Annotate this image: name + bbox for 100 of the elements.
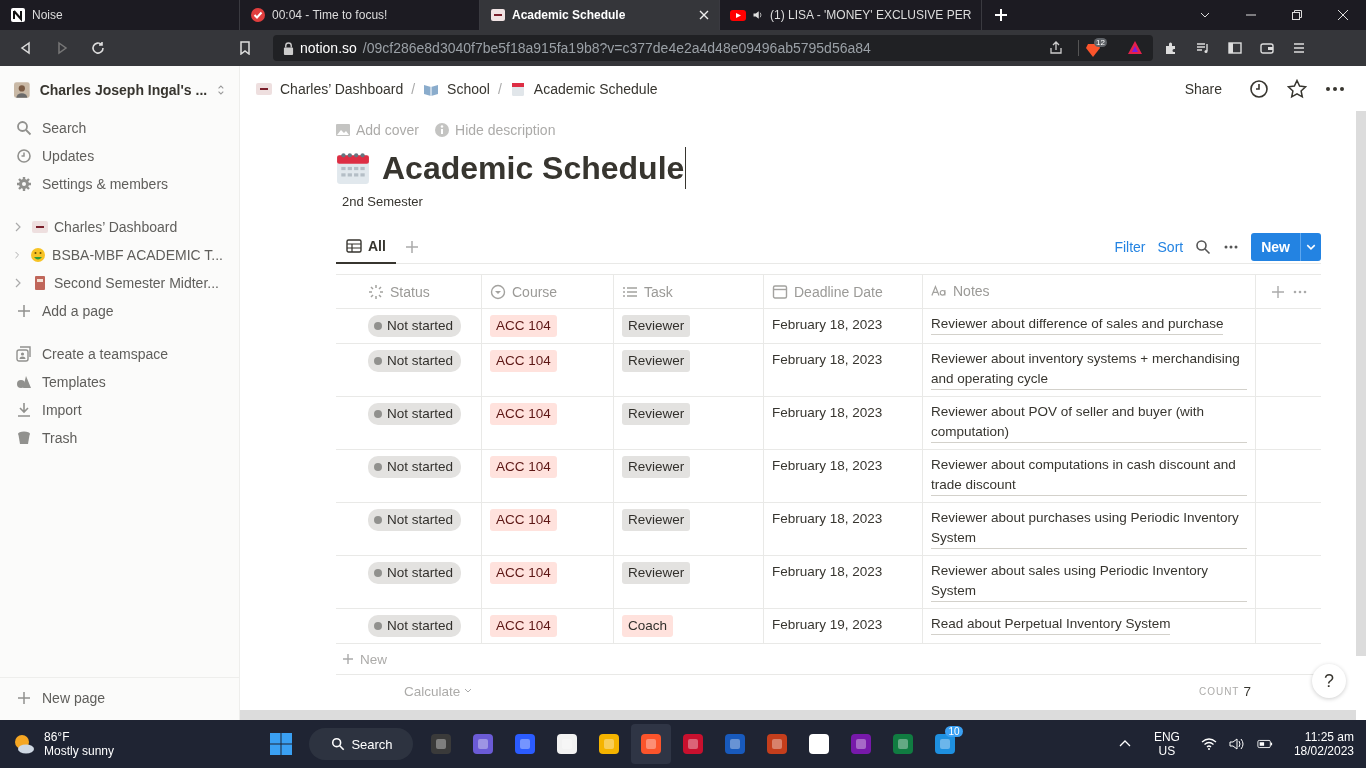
playlist-icon[interactable] <box>1196 41 1210 55</box>
add-page-button[interactable]: Add a page <box>0 297 239 325</box>
triangle-icon[interactable] <box>1127 40 1143 56</box>
restore-icon[interactable] <box>1291 9 1303 21</box>
app-icon[interactable] <box>554 732 579 756</box>
vertical-scrollbar[interactable] <box>1356 111 1366 656</box>
task-tag: Reviewer <box>622 403 691 425</box>
clock-icon <box>16 148 32 164</box>
text-aa-icon <box>931 283 947 299</box>
note-link[interactable]: Reviewer about purchases using Periodic Inventory System <box>931 508 1247 549</box>
shield-button[interactable]: 12 <box>1085 38 1111 58</box>
star-icon[interactable] <box>1287 78 1307 99</box>
breadcrumb-link[interactable]: School <box>421 80 492 97</box>
back-icon[interactable] <box>19 41 33 55</box>
workspace-switcher[interactable]: Charles Joseph Ingal's ... <box>0 78 239 102</box>
course-tag: ACC 104 <box>490 315 557 337</box>
tab-title: Academic Schedule <box>512 8 627 22</box>
taskbar-search[interactable]: Search <box>309 728 413 760</box>
weather-widget[interactable]: 86°F Mostly sunny <box>12 730 115 758</box>
task-tag: Reviewer <box>622 315 691 337</box>
banner-icon <box>256 80 272 97</box>
bookmark-icon[interactable] <box>238 41 252 55</box>
sidebar-item[interactable]: Templates <box>0 368 239 396</box>
trash-icon <box>16 430 32 446</box>
plus-icon <box>340 651 356 667</box>
new-tab-icon[interactable] <box>994 8 1009 22</box>
wallet-icon[interactable] <box>1260 41 1274 55</box>
tab-title: 00:04 - Time to focus! <box>272 8 389 22</box>
plus-icon <box>16 303 32 319</box>
app-icon[interactable] <box>596 732 621 756</box>
note-link[interactable]: Reviewer about sales using Periodic Inventory System <box>931 561 1247 602</box>
sidebar-item[interactable]: Search <box>0 114 239 142</box>
battery-icon[interactable] <box>1256 737 1273 751</box>
shapes-icon <box>16 374 32 390</box>
close-icon[interactable] <box>699 10 709 20</box>
reload-icon[interactable] <box>91 41 105 55</box>
settings-icon <box>16 176 32 192</box>
filter-button[interactable]: Filter <box>1114 239 1146 255</box>
view-tab[interactable]: All <box>336 230 396 264</box>
video-play-icon <box>730 7 746 23</box>
note-link[interactable]: Read about Perpetual Inventory System <box>931 614 1171 635</box>
speaker-icon[interactable] <box>752 9 764 21</box>
share-icon[interactable] <box>1049 41 1063 55</box>
share-button[interactable]: Share <box>1184 80 1222 97</box>
windows-start-icon[interactable] <box>269 732 294 756</box>
lock-icon <box>283 41 294 55</box>
breadcrumb-link[interactable]: Charles’ Dashboard <box>254 80 406 97</box>
sort-button[interactable]: Sort <box>1157 239 1184 255</box>
plus-icon <box>16 690 32 706</box>
note-link[interactable]: Reviewer about difference of sales and purchase <box>931 314 1224 335</box>
course-tag: ACC 104 <box>490 509 557 531</box>
sidebar-page[interactable]: BSBA-MBF ACADEMIC T... <box>0 241 239 269</box>
status-tag: Not started <box>368 509 462 531</box>
note-link[interactable]: Reviewer about inventory systems + merchandising and operating cycle <box>931 349 1247 390</box>
status-tag: Not started <box>368 350 462 372</box>
clock-icon[interactable] <box>1249 78 1269 99</box>
status-tag: Not started <box>368 615 462 637</box>
browser-tab[interactable]: Academic Schedule <box>480 0 720 30</box>
sidebar-page[interactable]: Charles’ Dashboard <box>0 213 239 241</box>
horizontal-scrollbar[interactable] <box>240 710 1356 720</box>
sidebar-item[interactable]: Trash <box>0 424 239 452</box>
close-icon[interactable] <box>1337 9 1349 21</box>
task-tag: Reviewer <box>622 456 691 478</box>
menu-icon[interactable] <box>1292 41 1306 55</box>
speaker-icon[interactable] <box>1228 737 1245 751</box>
clock-widget[interactable]: 11:25 am 18/02/2023 <box>1293 730 1354 758</box>
app-icon[interactable] <box>806 732 831 756</box>
banner-icon <box>32 219 48 235</box>
app-icon[interactable] <box>470 732 495 756</box>
note-link[interactable]: Reviewer about computations in cash discount and trade discount <box>931 455 1247 496</box>
emoji-icon <box>30 247 47 263</box>
chevron-right-icon <box>14 222 22 232</box>
sidebar-page[interactable]: Second Semester Midter... <box>0 269 239 297</box>
sidebar-icon[interactable] <box>1228 41 1242 55</box>
status-tag: Not started <box>368 562 462 584</box>
page-description[interactable]: 2nd Semester <box>336 190 1321 213</box>
table-icon <box>346 238 362 254</box>
sidebar-item[interactable]: Settings & members <box>0 170 239 198</box>
calendar-icon <box>336 151 370 185</box>
breadcrumb-link[interactable]: Academic Schedule <box>507 80 660 97</box>
help-button[interactable]: ? <box>1312 664 1346 698</box>
sidebar-item[interactable]: Import <box>0 396 239 424</box>
note-link[interactable]: Reviewer about POV of seller and buyer (with computation) <box>931 402 1247 443</box>
wifi-icon[interactable] <box>1200 737 1217 751</box>
search-icon[interactable] <box>1195 239 1212 255</box>
sidebar-item[interactable]: Create a teamspace <box>0 340 239 368</box>
updown-icon <box>217 83 225 97</box>
forward-icon[interactable] <box>55 41 69 55</box>
language-indicator[interactable]: ENG US <box>1153 730 1180 758</box>
temperature: 86°F <box>44 730 71 744</box>
table-cell-text: February 18, 2023 <box>772 563 883 581</box>
chevron-right-icon <box>14 278 22 288</box>
table-cell-text: February 19, 2023 <box>772 616 883 634</box>
address-field[interactable]: notion.so /09cf286e8d3040f7be5f18a915fa19b8?v=c377de4e2a4d48e09496ab5795d56a84 12 <box>273 35 1153 61</box>
sidebar-item[interactable]: Updates <box>0 142 239 170</box>
people-icon <box>16 346 32 362</box>
task-tag: Reviewer <box>622 509 691 531</box>
puzzle-icon[interactable] <box>1164 41 1178 55</box>
dropdown-icon <box>490 283 506 300</box>
page-title[interactable]: Academic Schedule <box>382 146 685 190</box>
